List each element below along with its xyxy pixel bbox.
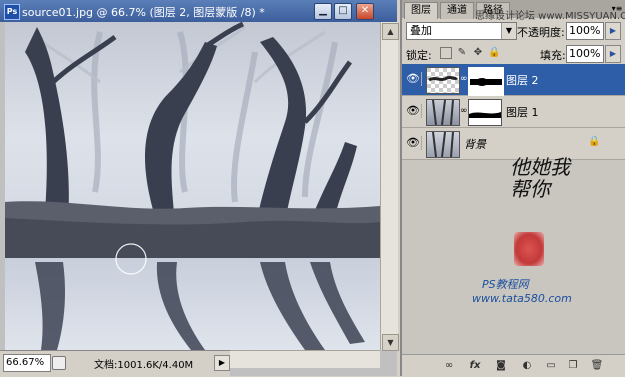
layer-name[interactable]: 图层 1 <box>506 104 539 120</box>
lock-position-move-icon[interactable]: ✥ <box>472 47 484 59</box>
watermark: 他她我帮你 PS教程网 www.tata580.com <box>472 156 622 374</box>
blend-mode-value: 叠加 <box>410 24 432 37</box>
zoom-level-field[interactable]: 66.67% <box>3 354 51 372</box>
chevron-down-icon: ▼ <box>501 23 516 39</box>
folder-icon[interactable]: ▭ <box>544 359 558 373</box>
document-window: Ps source01.jpg @ 66.7% (图层 2, 图层蒙版 /8) … <box>0 0 399 377</box>
layer-thumbnail <box>426 131 460 158</box>
fill-arrow-icon[interactable]: ▶ <box>605 45 621 63</box>
lock-label: 锁定: <box>406 49 432 62</box>
trash-icon[interactable]: 🗑 <box>590 359 604 373</box>
site-watermark: 思缘设计论坛 www.MISSYUAN.COM <box>475 11 625 22</box>
fill-field[interactable]: 100% <box>566 45 604 63</box>
layer-mask-thumbnail[interactable] <box>468 67 504 96</box>
lock-fill-row: 锁定: ✎ ✥ 🔒 填充: 100% ▶ <box>402 43 625 65</box>
lock-paint-brush-icon[interactable]: ✎ <box>456 47 468 59</box>
layers-list: 👁 ∞ 图层 2 👁 ∞ 图层 1 👁 背景 🔒 他她我帮你 PS教程网 www… <box>402 64 625 354</box>
vertical-scrollbar[interactable]: ▲ ▼ <box>380 22 399 351</box>
document-title-bar[interactable]: Ps source01.jpg @ 66.7% (图层 2, 图层蒙版 /8) … <box>0 0 397 22</box>
foggy-trees-image <box>5 22 380 350</box>
horizontal-scrollbar[interactable] <box>230 350 380 368</box>
lock-all-icon[interactable]: 🔒 <box>488 47 500 59</box>
status-info-icon[interactable] <box>52 356 66 370</box>
tab-layers[interactable]: 图层 <box>404 2 438 19</box>
scroll-up-arrow-icon[interactable]: ▲ <box>382 23 399 40</box>
blend-mode-select[interactable]: 叠加 ▼ <box>406 22 517 40</box>
watermark-site-name: PS教程网 <box>482 278 529 291</box>
mask-link-chain-icon[interactable]: ∞ <box>460 106 468 116</box>
layer-row-layer-1[interactable]: 👁 ∞ 图层 1 <box>402 96 625 128</box>
layer-lock-icon: 🔒 <box>588 136 601 147</box>
status-bar: 66.67% 文档:1001.6K/4.40M ▶ <box>0 350 230 377</box>
lock-transparency-icon[interactable] <box>440 47 452 59</box>
layer-row-layer-2[interactable]: 👁 ∞ 图层 2 <box>402 64 625 96</box>
layer-thumbnail <box>426 67 460 94</box>
visibility-eye-icon[interactable]: 👁 <box>405 72 422 86</box>
mask-icon[interactable]: ◙ <box>494 359 508 373</box>
fx-icon[interactable]: fx <box>468 359 482 373</box>
layer-name[interactable]: 背景 <box>464 136 486 152</box>
panel-bottom-toolbar: ∞ fx ◙ ◐ ▭ ❐ 🗑 <box>402 354 625 377</box>
minimize-button[interactable]: ▁ <box>314 3 332 20</box>
new-layer-icon[interactable]: ❐ <box>566 359 580 373</box>
opacity-arrow-icon[interactable]: ▶ <box>605 22 621 40</box>
document-title: source01.jpg @ 66.7% (图层 2, 图层蒙版 /8) * <box>22 6 265 19</box>
document-size-info: 文档:1001.6K/4.40M <box>94 360 194 371</box>
layers-panel: 图层 通道 路径 ▾≡ 叠加 ▼ 不透明度: 100% ▶ 锁定: ✎ ✥ 🔒 … <box>400 0 625 377</box>
status-menu-arrow-icon[interactable]: ▶ <box>214 355 230 371</box>
adjustment-icon[interactable]: ◐ <box>520 359 534 373</box>
opacity-label: 不透明度: <box>517 26 565 39</box>
photoshop-icon: Ps <box>4 4 20 20</box>
fill-label: 填充: <box>540 49 566 62</box>
watermark-calligraphy: 他她我帮你 <box>510 155 570 201</box>
link-icon[interactable]: ∞ <box>442 359 456 373</box>
close-button[interactable]: ✕ <box>356 3 374 20</box>
opacity-field[interactable]: 100% <box>566 22 604 40</box>
red-seal-stamp <box>514 232 544 266</box>
visibility-eye-icon[interactable]: 👁 <box>405 136 422 150</box>
tab-channels[interactable]: 通道 <box>440 2 474 19</box>
layer-name[interactable]: 图层 2 <box>506 72 539 88</box>
image-canvas[interactable] <box>5 22 380 350</box>
layer-thumbnail <box>426 99 460 126</box>
maximize-button[interactable]: □ <box>334 3 352 20</box>
visibility-eye-icon[interactable]: 👁 <box>405 104 422 118</box>
scroll-down-arrow-icon[interactable]: ▼ <box>382 334 399 351</box>
mask-link-chain-icon[interactable]: ∞ <box>460 74 468 84</box>
blend-opacity-row: 叠加 ▼ 不透明度: 100% ▶ <box>402 20 625 42</box>
layer-mask-thumbnail[interactable] <box>468 99 502 126</box>
watermark-url: www.tata580.com <box>472 292 572 305</box>
